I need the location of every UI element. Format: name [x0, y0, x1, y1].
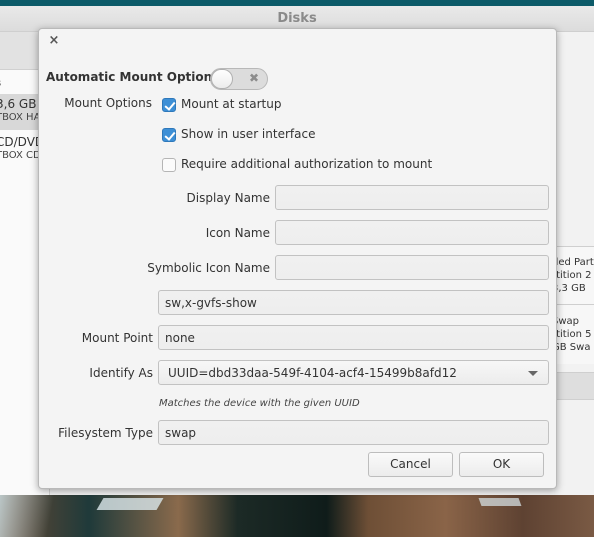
require-auth-label[interactable]: Require additional authorization to moun…	[181, 157, 432, 171]
window-title: Disks	[277, 11, 317, 26]
edit-mount-options-dialog: × Automatic Mount Options ✖ Mount Option…	[38, 28, 557, 489]
show-in-ui-checkbox[interactable]	[162, 128, 176, 142]
mount-point-input[interactable]: none	[158, 325, 549, 350]
partition-size: 3,3 GB	[554, 283, 586, 294]
filesystem-type-label: Filesystem Type	[58, 426, 153, 440]
symbolic-icon-name-label: Symbolic Icon Name	[147, 261, 270, 275]
partition-number: rtition 5	[554, 329, 592, 340]
identify-as-hint: Matches the device with the given UUID	[159, 398, 360, 409]
off-x-icon: ✖	[248, 71, 259, 85]
require-auth-checkbox[interactable]	[162, 158, 176, 172]
identify-as-dropdown[interactable]: UUID=dbd33daa-549f-4104-acf4-15499b8afd1…	[158, 360, 549, 385]
mount-options-string-input[interactable]: sw,x-gvfs-show	[158, 290, 549, 315]
partition-name: Swap	[554, 316, 580, 327]
filesystem-type-input[interactable]: swap	[158, 420, 549, 445]
display-name-input[interactable]	[275, 185, 549, 210]
mount-options-label: Mount Options	[64, 96, 152, 110]
automatic-mount-options-label: Automatic Mount Options	[46, 70, 220, 84]
partition-size: GB Swa	[554, 342, 591, 353]
mount-at-startup-checkbox[interactable]	[162, 98, 176, 112]
partition-extended[interactable]: ded Part rtition 2 3,3 GB	[554, 246, 594, 304]
icon-name-input[interactable]	[275, 220, 549, 245]
automatic-mount-toggle[interactable]: ✖	[210, 68, 268, 90]
partition-name: ded Part	[554, 257, 594, 268]
sidebar-section-label: s	[0, 78, 1, 89]
ok-button[interactable]: OK	[459, 452, 544, 477]
partition-number: rtition 2	[554, 270, 592, 281]
identify-as-selected: UUID=dbd33daa-549f-4104-acf4-15499b8afd1…	[168, 366, 457, 380]
mount-point-label: Mount Point	[81, 331, 153, 345]
icon-name-label: Icon Name	[205, 226, 270, 240]
close-icon[interactable]: ×	[47, 34, 61, 48]
toggle-knob	[211, 69, 233, 89]
cancel-button[interactable]: Cancel	[368, 452, 453, 477]
identify-as-label: Identify As	[89, 366, 153, 380]
symbolic-icon-name-input[interactable]	[275, 255, 549, 280]
show-in-ui-label[interactable]: Show in user interface	[181, 127, 315, 141]
partition-swap[interactable]: Swap rtition 5 GB Swa	[554, 304, 594, 364]
partition-toolbar	[554, 372, 594, 400]
wallpaper-detail	[96, 498, 164, 510]
chevron-down-icon	[528, 371, 538, 376]
mount-at-startup-label[interactable]: Mount at startup	[181, 97, 281, 111]
display-name-label: Display Name	[186, 191, 270, 205]
wallpaper-detail	[478, 498, 522, 506]
